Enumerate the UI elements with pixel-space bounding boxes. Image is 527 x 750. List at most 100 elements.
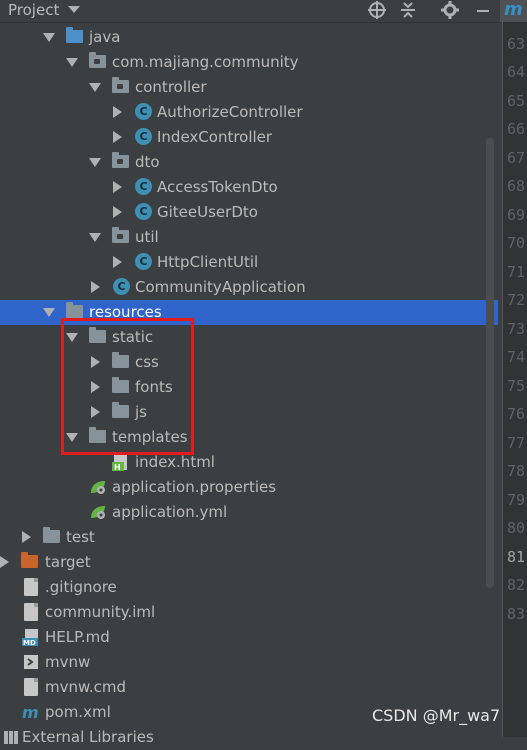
tree-item-fonts[interactable]: fonts <box>0 375 498 400</box>
line-number: 78 <box>507 462 526 480</box>
tree-item-indexcontroller[interactable]: C IndexController <box>0 125 498 150</box>
editor-gutter: 63 64 65 66 67 68 69 70 71 72 73 74 75 7… <box>502 22 527 737</box>
line-number: 63 <box>507 35 526 53</box>
project-view-title[interactable]: Project <box>8 0 59 20</box>
tree-item-communityapplication[interactable]: C CommunityApplication <box>0 275 498 300</box>
editor-tab-maven[interactable]: m <box>500 0 527 22</box>
watermark: CSDN @Mr_wa7 <box>372 706 501 725</box>
source-folder-icon <box>66 27 83 43</box>
tree-item-giteeuserdto[interactable]: C GiteeUserDto <box>0 200 498 225</box>
tree-item-application-properties[interactable]: application.properties <box>0 475 498 500</box>
tree-item-community-iml[interactable]: community.iml <box>0 600 498 625</box>
tree-item-label: mvnw.cmd <box>45 678 127 696</box>
line-number: 64 <box>507 63 526 81</box>
tree-item-label: AuthorizeController <box>157 103 303 121</box>
tree-item-label: css <box>135 353 159 371</box>
java-class-icon: C <box>135 203 152 220</box>
tree-item-label: HttpClientUtil <box>157 253 259 271</box>
library-icon <box>2 728 20 746</box>
collapse-arrow-icon[interactable] <box>91 381 100 393</box>
line-number: 76 <box>507 405 526 423</box>
tree-item-target[interactable]: target <box>0 550 498 575</box>
line-number: 77 <box>507 434 526 452</box>
tree-item-mvnw[interactable]: mvnw <box>0 650 498 675</box>
folder-icon <box>112 377 129 393</box>
tree-item-label: HELP.md <box>45 628 110 646</box>
line-number: 66 <box>507 120 526 138</box>
crosshair-icon[interactable] <box>366 0 388 20</box>
file-icon <box>24 578 38 596</box>
expand-arrow-icon[interactable] <box>66 433 78 442</box>
project-toolwindow-header: Project <box>0 0 500 23</box>
tree-item-index-html[interactable]: H index.html <box>0 450 498 475</box>
tree-item-label: application.yml <box>112 503 228 521</box>
chevron-down-icon[interactable] <box>68 6 80 13</box>
spring-config-icon <box>89 479 107 495</box>
tree-item-dto[interactable]: dto <box>0 150 498 175</box>
line-number: 69 <box>507 206 526 224</box>
tree-item-label: util <box>135 228 159 246</box>
current-line-number: 81 <box>507 548 526 566</box>
tree-item-label: .gitignore <box>45 578 117 596</box>
line-number: 74 <box>507 348 526 366</box>
maven-tab-icon: m <box>504 0 523 20</box>
minimize-icon[interactable] <box>472 0 494 20</box>
tree-item-controller[interactable]: controller <box>0 75 498 100</box>
tree-item-label: js <box>135 403 147 421</box>
collapse-arrow-icon[interactable] <box>91 406 100 418</box>
java-class-icon: C <box>135 178 152 195</box>
tree-item-package[interactable]: com.majiang.community <box>0 50 498 75</box>
collapse-arrow-icon[interactable] <box>113 131 122 143</box>
expand-arrow-icon[interactable] <box>43 308 55 317</box>
line-number: 70 <box>507 234 526 252</box>
line-number: 83 <box>507 605 526 623</box>
tree-item-label: target <box>45 553 91 571</box>
tree-item-application-yml[interactable]: application.yml <box>0 500 498 525</box>
tree-item-js[interactable]: js <box>0 400 498 425</box>
tree-item-gitignore[interactable]: .gitignore <box>0 575 498 600</box>
tree-item-util[interactable]: util <box>0 225 498 250</box>
tree-item-external-libraries[interactable]: External Libraries <box>0 725 498 750</box>
expand-arrow-icon[interactable] <box>89 158 101 167</box>
collapse-arrow-icon[interactable] <box>22 531 31 543</box>
tree-item-label: dto <box>135 153 160 171</box>
excluded-folder-icon <box>21 552 38 568</box>
tree-item-label: GiteeUserDto <box>157 203 258 221</box>
java-class-icon: C <box>135 128 152 145</box>
expand-arrow-icon[interactable] <box>66 58 78 67</box>
tree-item-mvnw-cmd[interactable]: mvnw.cmd <box>0 675 498 700</box>
collapse-arrow-icon[interactable] <box>113 256 122 268</box>
tree-item-java[interactable]: java <box>0 25 498 50</box>
tree-item-static[interactable]: static <box>0 325 498 350</box>
svg-text:m: m <box>22 703 39 721</box>
line-number: 71 <box>507 263 526 281</box>
tree-item-css[interactable]: css <box>0 350 498 375</box>
collapse-arrow-icon[interactable] <box>0 556 9 568</box>
expand-arrow-icon[interactable] <box>89 83 101 92</box>
expand-arrow-icon[interactable] <box>66 333 78 342</box>
gear-icon[interactable] <box>439 0 461 20</box>
collapse-arrow-icon[interactable] <box>91 281 100 293</box>
tree-item-resources[interactable]: resources <box>0 300 498 325</box>
tree-item-accesstokendto[interactable]: C AccessTokenDto <box>0 175 498 200</box>
expand-arrow-icon[interactable] <box>43 33 55 42</box>
package-icon <box>112 152 129 168</box>
collapse-icon[interactable] <box>397 0 419 20</box>
file-icon <box>24 678 38 696</box>
module-file-icon <box>24 603 38 621</box>
collapse-arrow-icon[interactable] <box>113 106 122 118</box>
collapse-arrow-icon[interactable] <box>113 181 122 193</box>
tree-item-label: controller <box>135 78 207 96</box>
tree-item-label: test <box>66 528 95 546</box>
collapse-arrow-icon[interactable] <box>91 356 100 368</box>
tree-item-label: pom.xml <box>45 703 111 721</box>
collapse-arrow-icon[interactable] <box>113 206 122 218</box>
tree-item-authorizecontroller[interactable]: C AuthorizeController <box>0 100 498 125</box>
tree-item-test[interactable]: test <box>0 525 498 550</box>
folder-icon <box>112 352 129 368</box>
tree-item-httpclientutil[interactable]: C HttpClientUtil <box>0 250 498 275</box>
tree-item-templates[interactable]: templates <box>0 425 498 450</box>
tree-item-help-md[interactable]: MD HELP.md <box>0 625 498 650</box>
vertical-scrollbar[interactable] <box>486 138 494 588</box>
expand-arrow-icon[interactable] <box>89 233 101 242</box>
